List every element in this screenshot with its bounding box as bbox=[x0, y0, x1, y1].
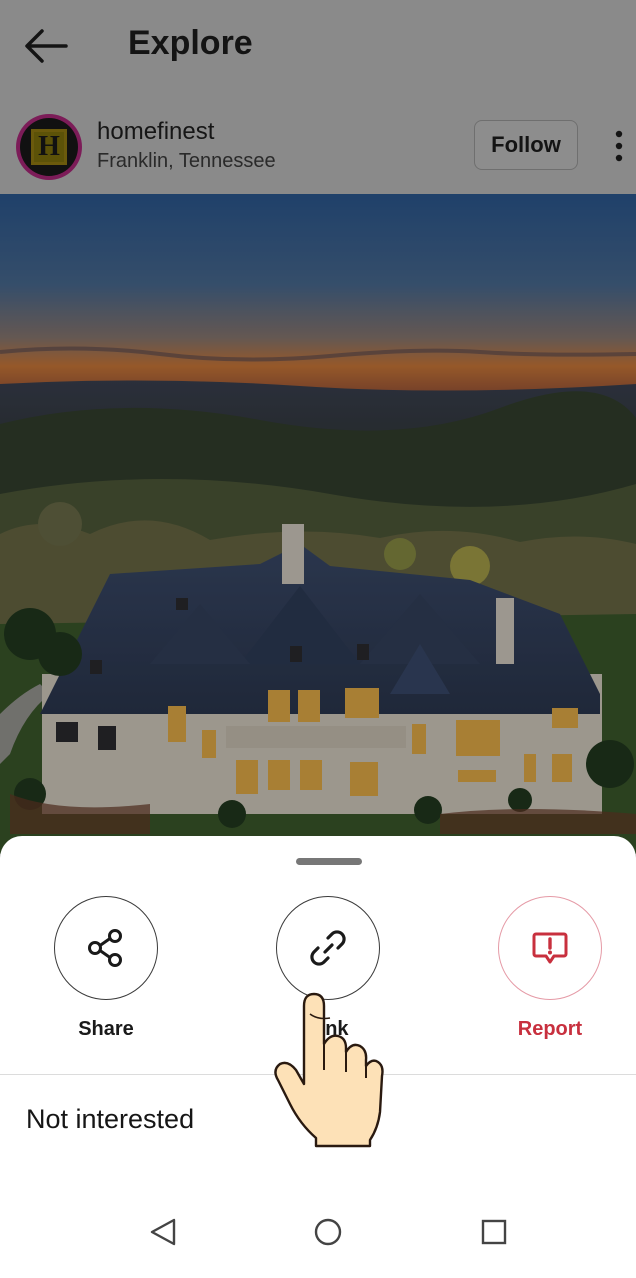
link-icon bbox=[310, 930, 346, 966]
not-interested-item[interactable]: Not interested bbox=[26, 1104, 194, 1135]
username[interactable]: homefinest bbox=[97, 118, 214, 146]
avatar-logo: H bbox=[31, 129, 67, 165]
system-navbar bbox=[0, 1190, 636, 1278]
more-vertical-icon[interactable] bbox=[604, 128, 634, 164]
follow-button[interactable]: Follow bbox=[474, 120, 578, 170]
avatar-inner: H bbox=[20, 118, 78, 176]
share-icon bbox=[88, 929, 122, 967]
circle-home-icon[interactable] bbox=[308, 1212, 348, 1252]
report-label: Report bbox=[517, 1018, 583, 1040]
sheet-handle[interactable] bbox=[296, 858, 362, 865]
report-icon bbox=[532, 932, 568, 964]
share-button[interactable] bbox=[54, 896, 158, 1000]
share-action[interactable]: Share bbox=[54, 896, 158, 1041]
location[interactable]: Franklin, Tennessee bbox=[97, 150, 276, 173]
square-recents-icon[interactable] bbox=[474, 1212, 514, 1252]
link-button[interactable] bbox=[276, 896, 380, 1000]
pointing-hand-icon bbox=[274, 992, 384, 1148]
share-label: Share bbox=[78, 1018, 134, 1040]
report-button[interactable] bbox=[498, 896, 602, 1000]
page-title: Explore bbox=[128, 24, 253, 62]
top-bar: Explore bbox=[0, 0, 636, 98]
arrow-left-icon[interactable] bbox=[20, 26, 72, 66]
triangle-back-icon[interactable] bbox=[144, 1212, 184, 1252]
report-action[interactable]: Report bbox=[498, 896, 602, 1041]
post-header: H homefinest Franklin, Tennessee Follow bbox=[0, 98, 636, 194]
avatar[interactable]: H bbox=[16, 114, 82, 180]
post-image[interactable] bbox=[0, 194, 636, 854]
